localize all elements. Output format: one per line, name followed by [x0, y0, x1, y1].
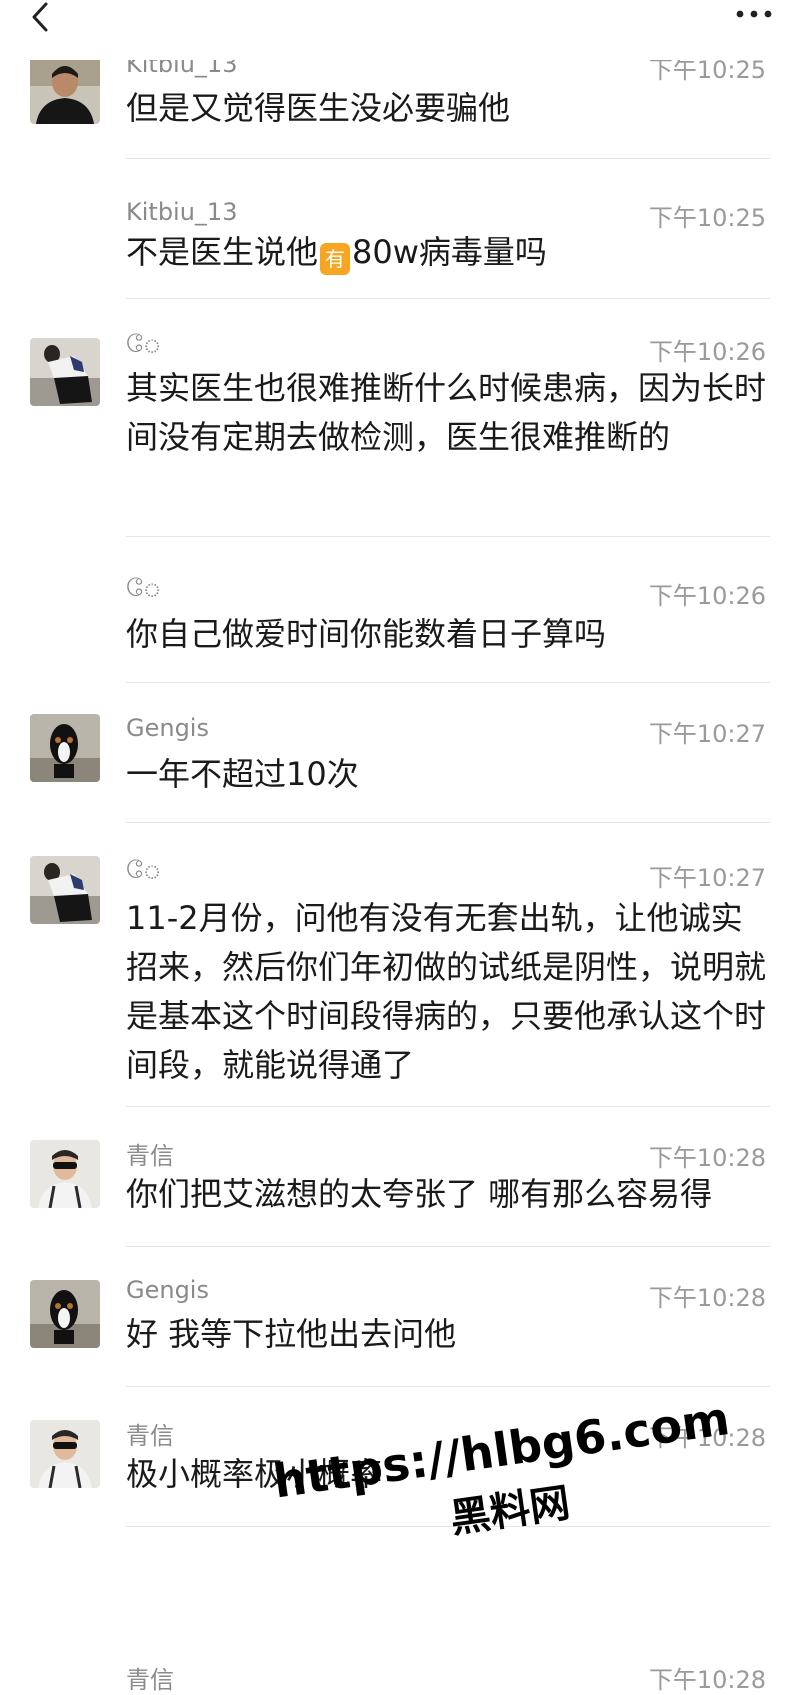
divider: [126, 1526, 770, 1527]
top-bar: [0, 0, 800, 60]
message-text: 其实医生也很难推断什么时候患病，因为长时间没有定期去做检测，医生很难推断的: [126, 369, 767, 456]
avatar[interactable]: [30, 338, 100, 406]
chevron-left-icon[interactable]: [24, 0, 64, 40]
message-text: 你自己做爱时间你能数着日子算吗: [126, 615, 607, 653]
more-icon[interactable]: [734, 6, 774, 26]
emoji-you-icon: 有: [320, 243, 351, 275]
message-text-part: 80w病毒量吗: [352, 233, 547, 271]
divider: [126, 158, 770, 159]
back-button[interactable]: [24, 0, 64, 40]
message-text: 好 我等下拉他出去问他: [126, 1315, 457, 1353]
message-time: 下午10:28: [648, 1144, 766, 1172]
message-text: 你们把艾滋想的太夸张了 哪有那么容易得: [126, 1175, 713, 1213]
divider: [126, 536, 770, 537]
sender-name: 青信: [126, 1422, 174, 1450]
message-text: 但是又觉得医生没必要骗他: [126, 89, 511, 127]
message-time: 下午10:26: [648, 338, 766, 366]
message-time: 下午10:26: [648, 582, 766, 610]
sender-name: ே: [126, 856, 162, 884]
message-time: 下午10:27: [648, 864, 766, 892]
divider: [126, 1246, 770, 1247]
message-text-part: 不是医生说他: [126, 233, 319, 271]
divider: [126, 1386, 770, 1387]
message-time: 下午10:28: [648, 1284, 766, 1312]
message-text: 11-2月份，问他有没有无套出轨，让他诚实招来，然后你们年初做的试纸是阴性，说明…: [126, 899, 767, 1084]
message-time: 下午10:27: [648, 720, 766, 748]
divider: [126, 298, 770, 299]
divider: [126, 682, 770, 683]
sender-name: ே: [126, 330, 162, 358]
message-text: 一年不超过10次: [126, 755, 359, 793]
avatar[interactable]: [30, 714, 100, 782]
avatar[interactable]: [30, 1280, 100, 1348]
sender-name: Gengis: [126, 714, 209, 742]
avatar[interactable]: [30, 56, 100, 124]
message-time: 下午10:28: [648, 1666, 766, 1694]
sender-name: ே: [126, 574, 162, 602]
sender-name: Kitbiu_13: [126, 198, 238, 226]
divider: [126, 822, 770, 823]
divider: [126, 1106, 770, 1107]
message-text: 不是医生说他有 80w病毒量吗: [126, 228, 766, 277]
avatar[interactable]: [30, 1140, 100, 1208]
sender-name: 青信: [126, 1666, 174, 1694]
avatar[interactable]: [30, 1420, 100, 1488]
sender-name: 青信: [126, 1142, 174, 1170]
sender-name: Gengis: [126, 1276, 209, 1304]
more-button[interactable]: [734, 6, 774, 26]
avatar[interactable]: [30, 856, 100, 924]
